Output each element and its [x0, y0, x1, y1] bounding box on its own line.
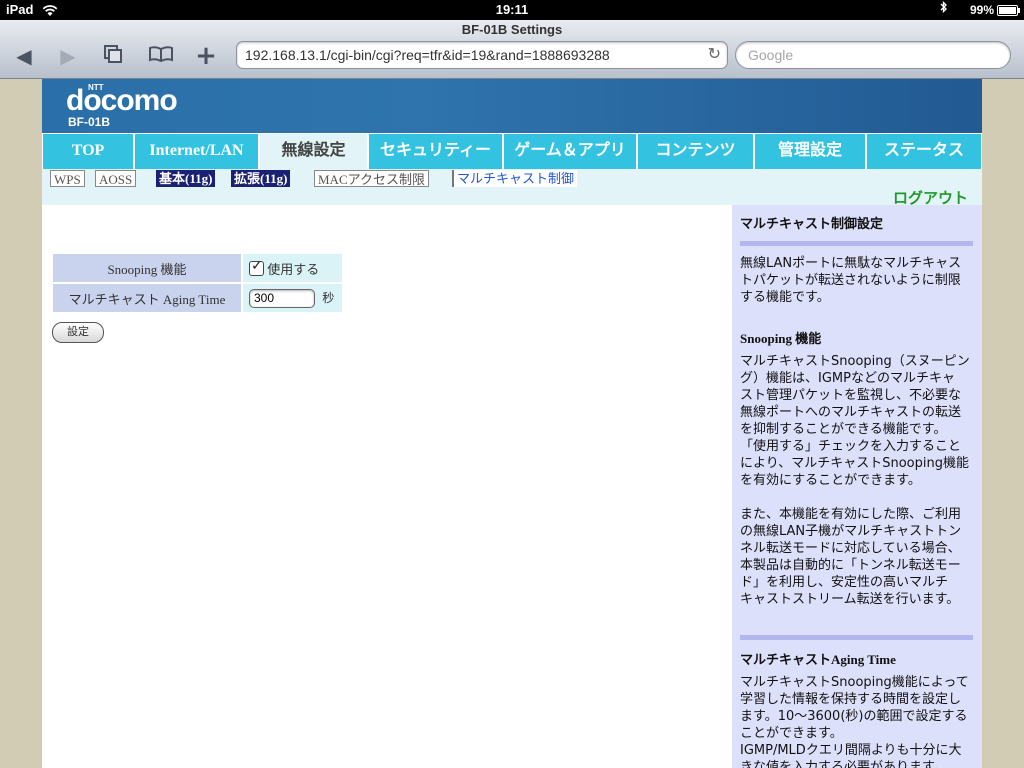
snooping-checkbox-label[interactable]: 使用する: [267, 262, 319, 277]
help-text-line: を有効にすることができます。: [740, 473, 921, 488]
help-divider: [740, 241, 973, 246]
help-text-line: 「使用する」チェックを入力すること: [740, 439, 962, 454]
browser-toolbar: BF-01B Settings ◀ ▶ + 192.168.13.1/cgi-b…: [0, 20, 1024, 79]
checkmark-icon: ✓: [251, 258, 263, 274]
battery-icon: [997, 5, 1020, 16]
tab-internet-lan[interactable]: Internet/LAN: [134, 133, 259, 169]
subtab-basic-11g[interactable]: 基本(11g): [156, 170, 216, 187]
tab-top[interactable]: TOP: [42, 133, 134, 169]
battery-percent: 99%: [969, 3, 994, 17]
table-row: マルチキャスト Aging Time 秒: [53, 284, 342, 312]
subtab-mac-filter[interactable]: MACアクセス制限: [314, 170, 429, 187]
add-bookmark-icon[interactable]: +: [192, 43, 220, 69]
help-panel: マルチキャスト制御設定 無線LANポートに無駄なマルチキャス トパケットが転送さ…: [732, 205, 982, 768]
help-title: マルチキャスト制御設定: [740, 216, 884, 231]
subtab-aoss[interactable]: AOSS: [95, 170, 137, 187]
aging-time-unit: 秒: [322, 291, 335, 305]
subtab-advanced-11g[interactable]: 拡張(11g): [231, 170, 291, 187]
sub-navigation: WPS AOSS 基本(11g) 拡張(11g) MACアクセス制限 マルチキャ…: [42, 169, 982, 207]
url-field[interactable]: 192.168.13.1/cgi-bin/cgi?req=tfr&id=19&r…: [236, 41, 728, 69]
help-text-line: により、マルチキャストSnooping機能: [740, 456, 969, 471]
tab-security[interactable]: セキュリティー: [368, 133, 503, 169]
snooping-cell: ✓ 使用する: [243, 254, 342, 282]
forward-icon[interactable]: ▶: [54, 44, 82, 68]
aging-time-cell: 秒: [243, 284, 342, 312]
status-bar: iPad 19:11 99%: [0, 0, 1024, 20]
help-snooping-text-2: また、本機能を有効にした際、ご利用 の無線LAN子機がマルチキャストトン ネル転…: [740, 506, 973, 608]
tab-game-apps[interactable]: ゲーム＆アプリ: [503, 133, 637, 169]
tabs-icon[interactable]: [99, 44, 127, 68]
tab-wireless[interactable]: 無線設定: [259, 133, 368, 169]
help-intro: 無線LANポートに無駄なマルチキャス トパケットが転送されないように制限 する機…: [740, 255, 973, 306]
help-text-line: する機能です。: [740, 290, 830, 305]
help-text-line: きな値を入力する必要があります。: [740, 760, 947, 768]
submit-button[interactable]: 設定: [52, 322, 104, 343]
help-snooping-text: マルチキャストSnooping（スヌーピン グ）機能は、IGMPなどのマルチキャ…: [740, 353, 973, 489]
bluetooth-icon: [940, 0, 948, 20]
help-text-line: ネル転送モードに対応している場合、: [740, 541, 961, 556]
url-text: 192.168.13.1/cgi-bin/cgi?req=tfr&id=19&r…: [245, 47, 610, 63]
docomo-logo: docomo: [66, 84, 178, 117]
table-row: Snooping 機能 ✓ 使用する: [53, 254, 342, 282]
back-icon[interactable]: ◀: [10, 44, 38, 68]
aging-time-input[interactable]: [249, 288, 315, 308]
bookmarks-icon[interactable]: [147, 44, 175, 68]
main-tabs: TOP Internet/LAN 無線設定 セキュリティー ゲーム＆アプリ コン…: [42, 133, 982, 169]
help-snooping-title: Snooping 機能: [740, 331, 822, 346]
settings-panel: Snooping 機能 ✓ 使用する マルチキャスト Aging Time 秒 …: [42, 205, 732, 768]
help-text-line: 無線ポートへのマルチキャストの転送: [740, 405, 962, 420]
help-text-line: スト管理パケットを監視し、不必要な: [740, 388, 962, 403]
reload-icon[interactable]: ↻: [708, 42, 721, 68]
help-text-line: マルチキャストSnooping（スヌーピン: [740, 354, 970, 369]
help-aging-text: マルチキャストSnooping機能によって 学習した情報を保持する時間を設定し …: [740, 674, 973, 768]
model-name: BF-01B: [68, 115, 111, 129]
help-text-line: また、本機能を有効にした際、ご利用: [740, 507, 962, 522]
help-text-line: トパケットが転送されないように制限: [740, 273, 961, 288]
help-text-line: ます。10〜3600(秒)の範囲で設定する: [740, 709, 968, 724]
multicast-settings-table: Snooping 機能 ✓ 使用する マルチキャスト Aging Time 秒: [51, 252, 344, 314]
subtab-multicast[interactable]: マルチキャスト制御: [452, 170, 578, 187]
browser-title: BF-01B Settings: [461, 22, 563, 37]
help-text-line: グ）機能は、IGMPなどのマルチキャ: [740, 371, 955, 386]
tab-status[interactable]: ステータス: [866, 133, 982, 169]
help-text-line: ド」を利用し、安定性の高いマルチ: [740, 575, 949, 590]
clock: 19:11: [495, 2, 529, 17]
help-text-line: ことができます。: [740, 726, 843, 741]
help-text-line: を抑制することができる機能です。: [740, 422, 947, 437]
help-text-line: 無線LANポートに無駄なマルチキャス: [740, 256, 962, 271]
tab-contents[interactable]: コンテンツ: [637, 133, 754, 169]
help-text-line: 学習した情報を保持する時間を設定し: [740, 692, 962, 707]
subtab-wps[interactable]: WPS: [50, 170, 85, 187]
snooping-checkbox[interactable]: ✓: [249, 258, 264, 276]
help-text-line: の無線LAN子機がマルチキャストトン: [740, 524, 962, 539]
aging-time-label: マルチキャスト Aging Time: [53, 284, 241, 312]
help-text-line: マルチキャストSnooping機能によって: [740, 675, 969, 690]
help-text-line: キャストストリーム転送を行います。: [740, 592, 960, 607]
battery-fill: [999, 7, 1016, 14]
snooping-label: Snooping 機能: [53, 254, 241, 282]
help-text-line: 本製品は自動的に「トンネル転送モー: [740, 558, 961, 573]
tab-admin[interactable]: 管理設定: [754, 133, 866, 169]
search-field[interactable]: Google: [735, 41, 1011, 69]
help-aging-title: マルチキャストAging Time: [740, 652, 896, 667]
router-page: NTT docomo BF-01B TOP Internet/LAN 無線設定 …: [42, 79, 982, 768]
help-text-line: IGMP/MLDクエリ間隔よりも十分に大: [740, 743, 962, 758]
help-divider: [740, 635, 973, 640]
header-banner: NTT docomo BF-01B: [42, 79, 982, 133]
